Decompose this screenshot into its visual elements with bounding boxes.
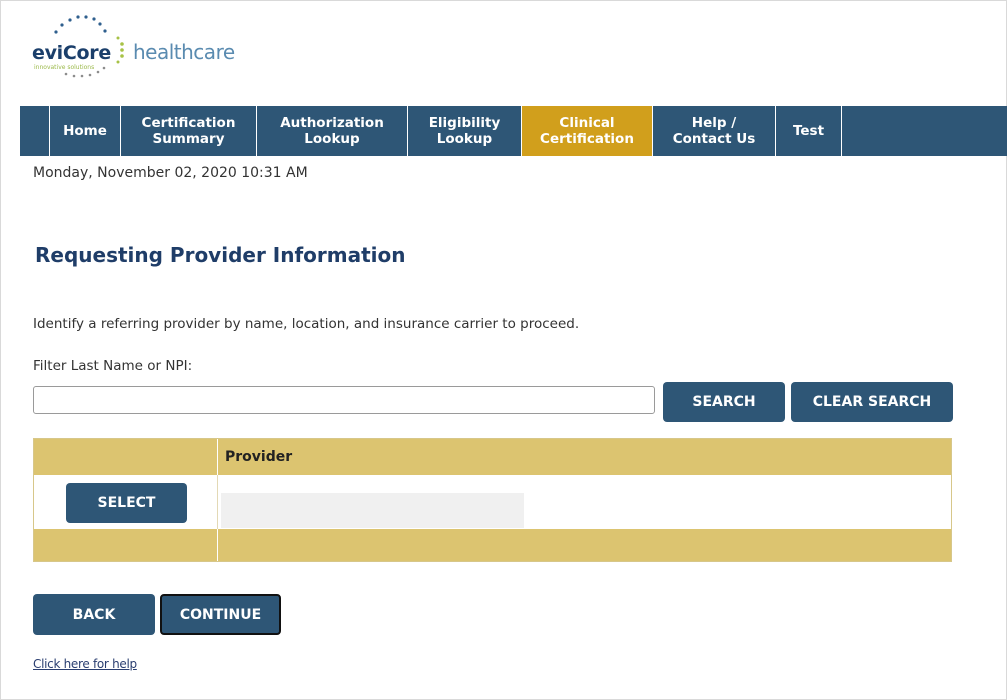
provider-cell (221, 493, 524, 528)
nav-clinical-certification[interactable]: Clinical Certification (522, 106, 653, 156)
table-header: Provider (34, 439, 951, 475)
help-link[interactable]: Click here for help (33, 657, 137, 671)
logo-brand-light: healthcare (133, 40, 235, 64)
instructions-text: Identify a referring provider by name, l… (33, 316, 580, 332)
nav-test[interactable]: Test (776, 106, 842, 156)
column-divider-row (217, 475, 218, 529)
nav-filler (842, 106, 1007, 156)
nav-certification-summary[interactable]: Certification Summary (121, 106, 257, 156)
page-title: Requesting Provider Information (35, 243, 406, 267)
logo-brand-bold: eviCore (32, 42, 111, 64)
current-datetime: Monday, November 02, 2020 10:31 AM (33, 165, 308, 181)
filter-input[interactable] (33, 386, 655, 414)
provider-table: Provider SELECT (33, 438, 952, 562)
main-nav: Home Certification Summary Authorization… (20, 106, 1007, 156)
table-footer (34, 529, 951, 561)
table-row: SELECT (34, 475, 951, 529)
nav-spacer (20, 106, 50, 156)
nav-home[interactable]: Home (50, 106, 121, 156)
evicore-logo[interactable]: eviCore healthcare innovative solutions (30, 14, 250, 78)
search-button[interactable]: SEARCH (663, 382, 785, 422)
filter-label: Filter Last Name or NPI: (33, 358, 193, 374)
logo-tagline: innovative solutions (34, 64, 95, 71)
nav-help-contact[interactable]: Help / Contact Us (653, 106, 776, 156)
continue-button[interactable]: CONTINUE (160, 594, 281, 635)
provider-column-header: Provider (225, 449, 293, 465)
nav-eligibility-lookup[interactable]: Eligibility Lookup (408, 106, 522, 156)
clear-search-button[interactable]: CLEAR SEARCH (791, 382, 953, 422)
back-button[interactable]: BACK (33, 594, 155, 635)
nav-authorization-lookup[interactable]: Authorization Lookup (257, 106, 408, 156)
select-button[interactable]: SELECT (66, 483, 187, 523)
